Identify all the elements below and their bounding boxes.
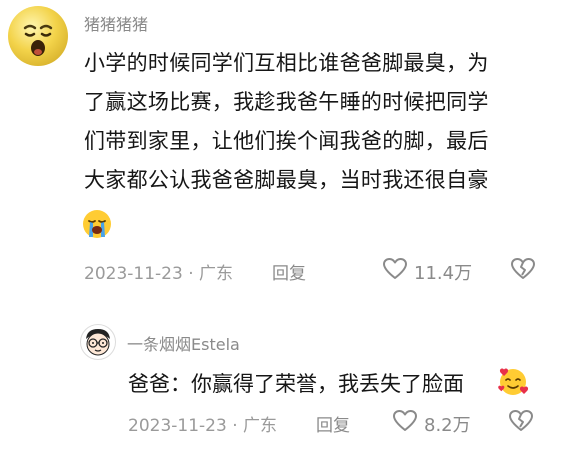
loudly-crying-face-icon — [83, 210, 111, 238]
comment-line: 们带到家里，让他们挨个闻我爸的脚，最后 — [84, 129, 489, 153]
smiling-face-with-hearts-icon — [498, 368, 529, 395]
reply-avatar[interactable] — [80, 324, 116, 360]
author-name[interactable]: 猪猪猪猪 — [84, 11, 148, 35]
comment-line: 了赢这场比赛，我趁我爸午睡的时候把同学 — [84, 90, 489, 114]
like-heart-icon[interactable] — [392, 409, 418, 433]
avatar[interactable] — [8, 6, 68, 66]
like-heart-icon[interactable] — [382, 257, 408, 281]
dislike-broken-heart-icon[interactable] — [508, 409, 534, 433]
like-count: 8.2万 — [424, 415, 471, 436]
crying-face-avatar-icon — [23, 24, 53, 56]
like-count: 11.4万 — [414, 263, 473, 284]
cartoon-face-avatar-icon — [86, 329, 110, 356]
reply-text: 爸爸：你赢得了荣誉，我丢失了脸面 — [128, 372, 464, 396]
comment-meta: 2023-11-23 · 广东 回复 11.4万 — [84, 255, 544, 285]
reply-button[interactable]: 回复 — [316, 411, 350, 436]
reply-meta: 2023-11-23 · 广东 回复 8.2万 — [128, 407, 548, 437]
comment-line: 大家都公认我爸爸脚最臭，当时我还很自豪 — [84, 168, 489, 192]
reply-author-name[interactable]: 一条烟烟Estela — [127, 331, 240, 355]
comment-date: 2023-11-23 · 广东 — [84, 264, 234, 284]
comment-line: 小学的时候同学们互相比谁爸爸脚最臭，为 — [84, 51, 489, 75]
reply-date: 2023-11-23 · 广东 — [128, 416, 278, 436]
dislike-broken-heart-icon[interactable] — [510, 257, 536, 281]
comment-text: 小学的时候同学们互相比谁爸爸脚最臭，为 了赢这场比赛，我趁我爸午睡的时候把同学 … — [84, 44, 534, 200]
reply-button[interactable]: 回复 — [272, 259, 306, 284]
